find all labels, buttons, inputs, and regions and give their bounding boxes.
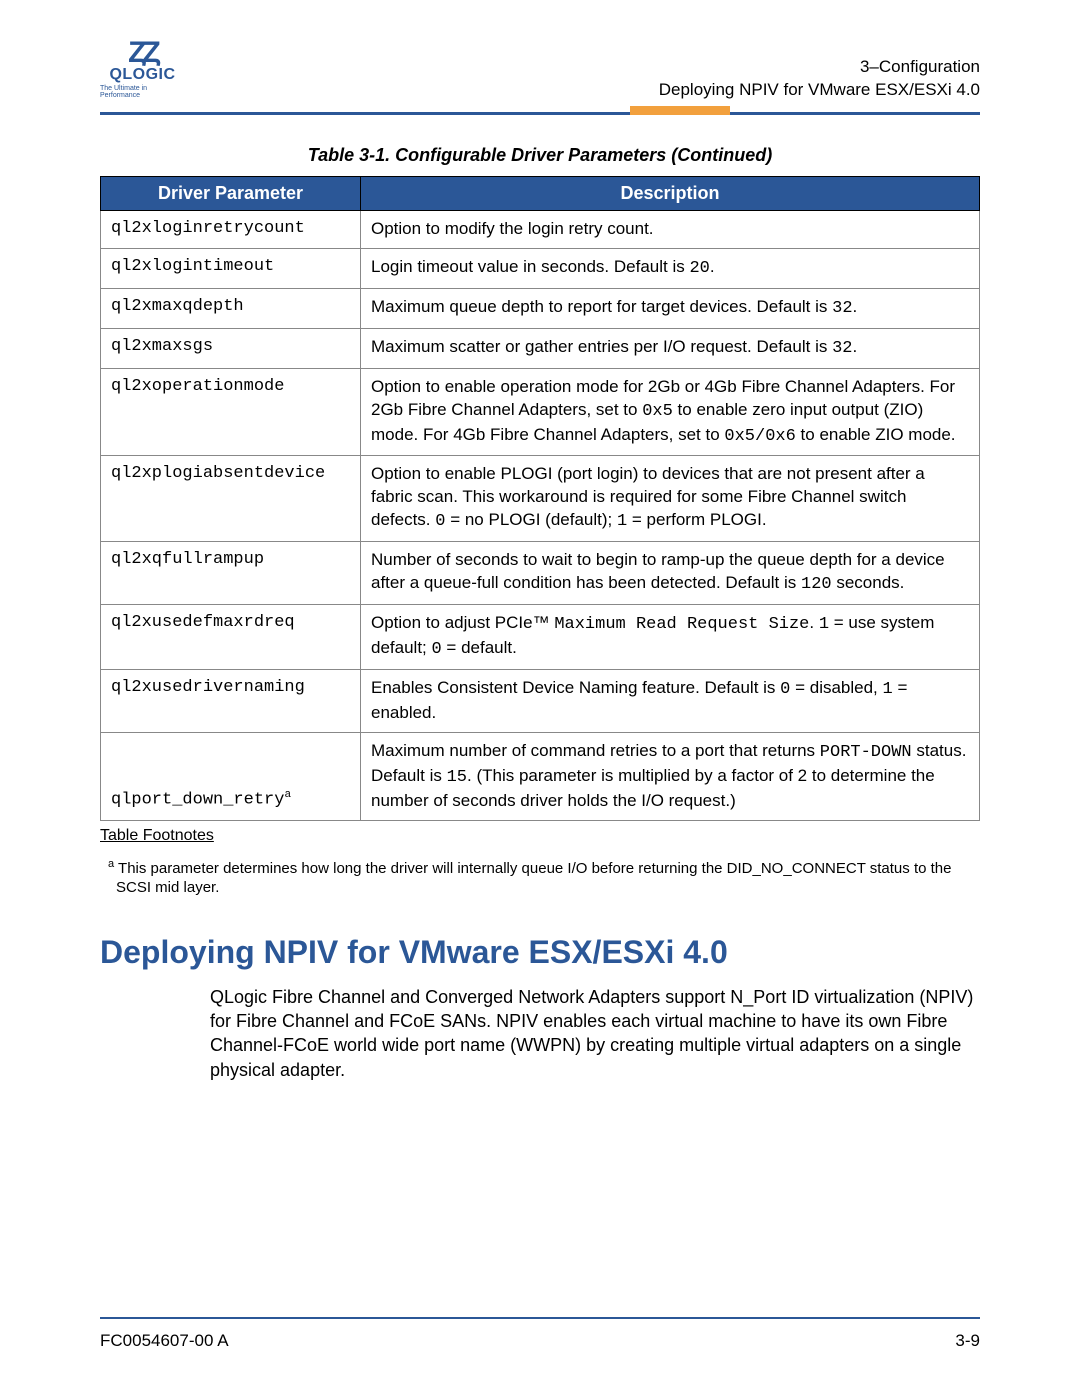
asterisk-icon: a (108, 858, 114, 870)
footer-page-number: 3-9 (955, 1331, 980, 1351)
table-row: ql2xloginretrycountOption to modify the … (101, 210, 980, 248)
desc-cell: Option to enable operation mode for 2Gb … (361, 368, 980, 456)
table-row: ql2xplogiabsentdeviceOption to enable PL… (101, 456, 980, 542)
desc-cell: Number of seconds to wait to begin to ra… (361, 542, 980, 605)
table-caption: Table 3-1. Configurable Driver Parameter… (100, 145, 980, 166)
table-row: ql2xlogintimeoutLogin timeout value in s… (101, 248, 980, 288)
logo-name: QLOGIC (109, 66, 175, 84)
desc-cell: Maximum number of command retries to a p… (361, 732, 980, 820)
param-cell: qlport_down_retrya (101, 732, 361, 820)
desc-cell: Option to modify the login retry count. (361, 210, 980, 248)
page-header: ȤȤ QLOGIC The Ultimate in Performance 3–… (100, 38, 980, 102)
desc-cell: Login timeout value in seconds. Default … (361, 248, 980, 288)
table-row: ql2xusedefmaxrdreqOption to adjust PCIe™… (101, 605, 980, 670)
footnotes-label: Table Footnotes (100, 827, 980, 845)
param-cell: ql2xusedefmaxrdreq (101, 605, 361, 670)
footnote-body: This parameter determines how long the d… (116, 860, 951, 897)
param-cell: ql2xplogiabsentdevice (101, 456, 361, 542)
column-header-param: Driver Parameter (101, 176, 361, 210)
header-rule (100, 112, 980, 115)
param-cell: ql2xlogintimeout (101, 248, 361, 288)
accent-bar-icon (630, 106, 730, 115)
table-row: ql2xmaxsgsMaximum scatter or gather entr… (101, 328, 980, 368)
footnote-text: a This parameter determines how long the… (100, 857, 980, 898)
table-row: ql2xusedrivernamingEnables Consistent De… (101, 670, 980, 733)
param-cell: ql2xoperationmode (101, 368, 361, 456)
desc-cell: Maximum queue depth to report for target… (361, 288, 980, 328)
table-row: ql2xmaxqdepthMaximum queue depth to repo… (101, 288, 980, 328)
table-row: ql2xqfullrampupNumber of seconds to wait… (101, 542, 980, 605)
logo-mark-icon: ȤȤ (128, 38, 157, 68)
table-row: qlport_down_retryaMaximum number of comm… (101, 732, 980, 820)
footer-rule (100, 1317, 980, 1319)
divider (100, 112, 980, 115)
column-header-desc: Description (361, 176, 980, 210)
section-heading: Deploying NPIV for VMware ESX/ESXi 4.0 (100, 934, 980, 971)
qlogic-logo: ȤȤ QLOGIC The Ultimate in Performance (100, 38, 185, 99)
param-cell: ql2xusedrivernaming (101, 670, 361, 733)
footer-doc-id: FC0054607-00 A (100, 1331, 229, 1351)
param-cell: ql2xmaxqdepth (101, 288, 361, 328)
driver-params-table: Driver Parameter Description ql2xloginre… (100, 176, 980, 821)
desc-cell: Option to adjust PCIe™ Maximum Read Requ… (361, 605, 980, 670)
body-paragraph: QLogic Fibre Channel and Converged Netwo… (210, 985, 980, 1082)
asterisk-icon: a (284, 789, 291, 801)
logo-tagline: The Ultimate in Performance (100, 85, 185, 99)
header-section: Deploying NPIV for VMware ESX/ESXi 4.0 (659, 79, 980, 102)
desc-cell: Maximum scatter or gather entries per I/… (361, 328, 980, 368)
desc-cell: Option to enable PLOGI (port login) to d… (361, 456, 980, 542)
desc-cell: Enables Consistent Device Naming feature… (361, 670, 980, 733)
param-cell: ql2xloginretrycount (101, 210, 361, 248)
page-footer: FC0054607-00 A 3-9 (100, 1331, 980, 1351)
header-chapter: 3–Configuration (659, 56, 980, 79)
param-cell: ql2xqfullrampup (101, 542, 361, 605)
param-cell: ql2xmaxsgs (101, 328, 361, 368)
header-breadcrumb: 3–Configuration Deploying NPIV for VMwar… (659, 56, 980, 102)
table-row: ql2xoperationmodeOption to enable operat… (101, 368, 980, 456)
